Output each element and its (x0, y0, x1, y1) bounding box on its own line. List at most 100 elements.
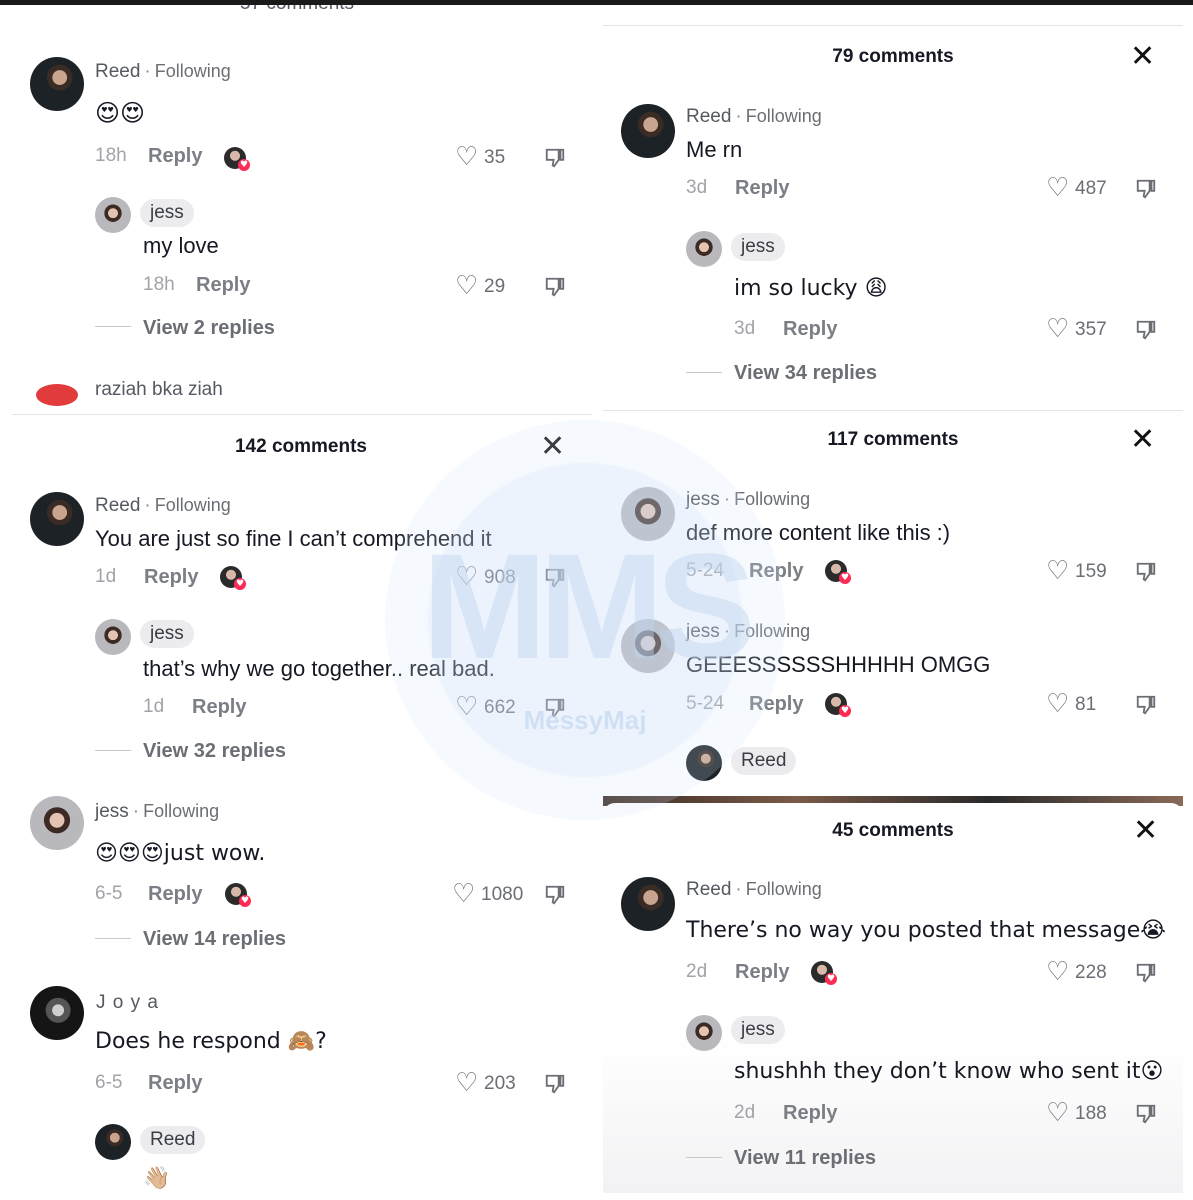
creator-heart-icon: ♥ (238, 159, 250, 171)
heart-icon[interactable]: ♡ (1046, 316, 1069, 342)
view-replies-button[interactable]: View 14 replies (143, 928, 286, 951)
avatar[interactable] (686, 231, 722, 267)
dislike-icon[interactable] (544, 147, 566, 169)
view-replies-button[interactable]: View 2 replies (143, 317, 275, 340)
avatar[interactable] (95, 619, 131, 655)
reply-button[interactable]: Reply (783, 318, 837, 341)
comments-panel-1: 57 comments Reed·Following 😍😍 18h Reply … (0, 5, 595, 415)
comment-author[interactable]: jess (140, 199, 194, 227)
avatar[interactable] (30, 986, 84, 1040)
creator-heart-icon: ♥ (234, 578, 246, 590)
like-count: 487 (1075, 178, 1107, 199)
heart-icon[interactable]: ♡ (1046, 558, 1069, 584)
heart-icon[interactable]: ♡ (1046, 1100, 1069, 1126)
creator-heart-icon: ♥ (239, 895, 251, 907)
comment-author[interactable]: Reed (731, 747, 797, 775)
dislike-icon[interactable] (1135, 319, 1157, 341)
comments-panel-4: 117 comments ✕ jess · Following def more c… (603, 410, 1183, 796)
avatar[interactable] (30, 57, 84, 111)
reply-button[interactable]: Reply (148, 883, 202, 906)
dislike-icon[interactable] (544, 884, 566, 906)
divider-line (95, 326, 131, 327)
reply-button[interactable]: Reply (735, 177, 789, 200)
comment-author[interactable]: J o y a (96, 992, 159, 1014)
reply-button[interactable]: Reply (148, 1072, 202, 1095)
close-icon[interactable]: ✕ (1130, 425, 1155, 455)
like-count: 203 (484, 1073, 516, 1094)
comment-time: 3d (734, 318, 756, 339)
comment-author[interactable]: Reed · Following (686, 879, 822, 901)
comment-author[interactable]: Reed · Following (686, 106, 822, 128)
comments-count-header: 79 comments (832, 46, 954, 67)
reply-button[interactable]: Reply (749, 560, 803, 583)
comment-author[interactable]: raziah bka ziah (95, 379, 223, 401)
comment-author[interactable]: Reed · Following (95, 61, 231, 83)
heart-icon[interactable]: ♡ (1046, 175, 1069, 201)
avatar[interactable] (95, 197, 131, 233)
avatar[interactable] (30, 492, 84, 546)
avatar[interactable] (621, 877, 675, 931)
heart-icon[interactable]: ♡ (455, 144, 478, 170)
reply-button[interactable]: Reply (783, 1102, 837, 1125)
comment-text: def more content like this :) (686, 520, 951, 545)
reply-button[interactable]: Reply (144, 566, 198, 589)
view-replies-button[interactable]: View 34 replies (734, 362, 877, 385)
comment-author[interactable]: jess · Following (686, 621, 810, 643)
view-replies-button[interactable]: View 32 replies (143, 740, 286, 763)
divider-line (95, 750, 131, 751)
dislike-icon[interactable] (1135, 962, 1157, 984)
comment-text: There’s no way you posted that message😭 (686, 918, 1167, 943)
comment-author[interactable]: jess (731, 233, 785, 261)
heart-icon[interactable]: ♡ (455, 273, 478, 299)
comment-author[interactable]: jess · Following (95, 801, 219, 823)
heart-icon[interactable]: ♡ (455, 564, 478, 590)
like-count: 1080 (481, 884, 524, 905)
reply-button[interactable]: Reply (735, 961, 789, 984)
like-count: 35 (484, 147, 506, 168)
dislike-icon[interactable] (1135, 178, 1157, 200)
heart-icon[interactable]: ♡ (452, 881, 475, 907)
comment-time: 5-24 (686, 560, 725, 581)
comment-author[interactable]: jess · Following (686, 489, 810, 511)
dislike-icon[interactable] (544, 1073, 566, 1095)
reply-button[interactable]: Reply (749, 693, 803, 716)
comment-time: 1d (95, 566, 117, 587)
like-count: 29 (484, 276, 506, 297)
heart-icon[interactable]: ♡ (1046, 691, 1069, 717)
view-replies-button[interactable]: View 11 replies (734, 1147, 876, 1170)
reply-button[interactable]: Reply (196, 274, 250, 297)
dislike-icon[interactable] (1135, 561, 1157, 583)
close-icon[interactable]: ✕ (1133, 816, 1158, 846)
avatar[interactable] (36, 384, 78, 406)
heart-icon[interactable]: ♡ (1046, 959, 1069, 985)
comment-author[interactable]: Reed (140, 1126, 206, 1154)
dislike-icon[interactable] (1135, 694, 1157, 716)
comment-author[interactable]: jess (731, 1016, 785, 1044)
comment-author[interactable]: jess (140, 620, 194, 648)
close-icon[interactable]: ✕ (540, 432, 565, 462)
avatar[interactable] (621, 104, 675, 158)
dislike-icon[interactable] (544, 697, 566, 719)
avatar[interactable] (686, 745, 722, 781)
close-icon[interactable]: ✕ (1130, 42, 1155, 72)
reply-button[interactable]: Reply (148, 145, 202, 168)
comment-time: 18h (143, 274, 175, 295)
avatar[interactable] (621, 619, 675, 673)
avatar[interactable] (95, 1124, 131, 1160)
comments-panel-5: 45 comments ✕ Reed · Following There’s no … (603, 803, 1183, 1193)
avatar[interactable] (686, 1015, 722, 1051)
divider-line (686, 372, 722, 373)
dislike-icon[interactable] (544, 276, 566, 298)
heart-icon[interactable]: ♡ (455, 694, 478, 720)
comment-time: 18h (95, 145, 127, 166)
reply-button[interactable]: Reply (192, 696, 246, 719)
heart-icon[interactable]: ♡ (455, 1070, 478, 1096)
avatar[interactable] (621, 487, 675, 541)
comment-text: shushhh they don’t know who sent it😮 (734, 1059, 1164, 1084)
dislike-icon[interactable] (1135, 1103, 1157, 1125)
avatar[interactable] (30, 796, 84, 850)
comment-time: 3d (686, 177, 708, 198)
comment-text: my love (143, 233, 219, 258)
comment-author[interactable]: Reed · Following (95, 495, 231, 517)
dislike-icon[interactable] (544, 567, 566, 589)
